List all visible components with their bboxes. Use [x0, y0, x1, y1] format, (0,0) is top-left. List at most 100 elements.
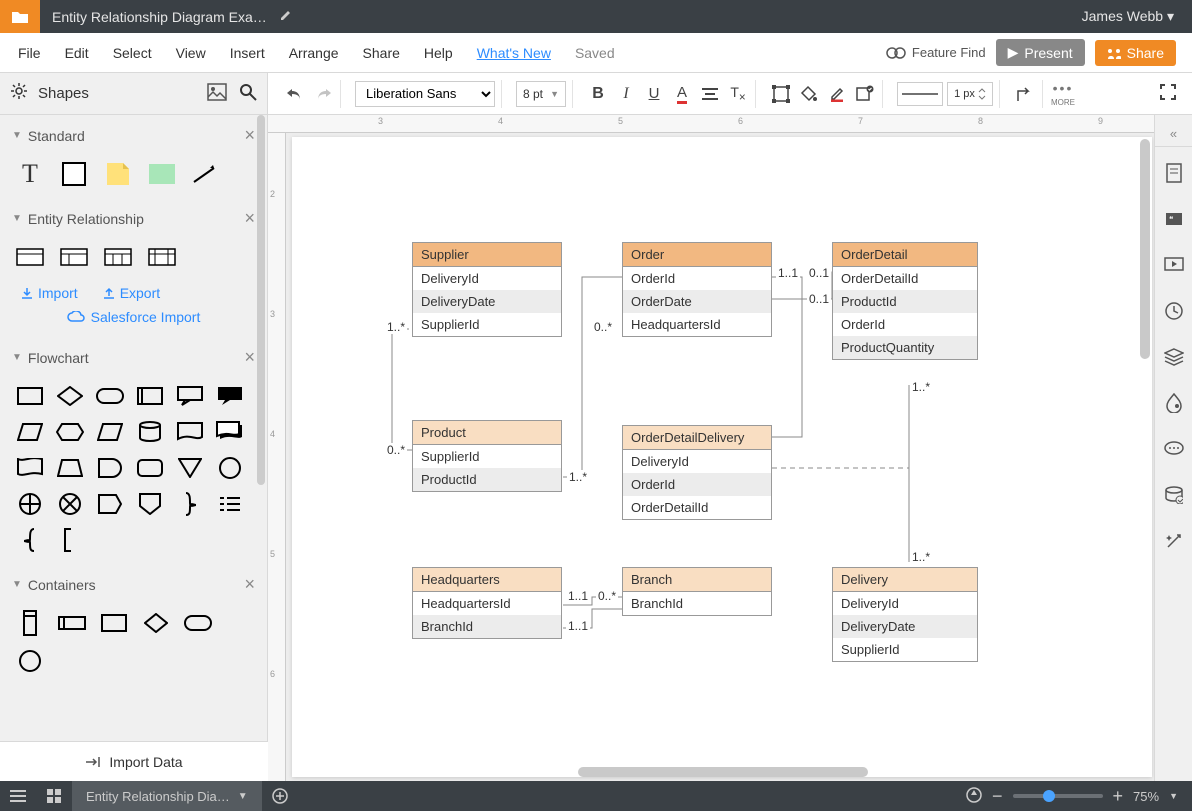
fc-hex[interactable]: [56, 420, 84, 444]
shape-text[interactable]: T: [16, 162, 44, 186]
shape-er-4[interactable]: [148, 245, 176, 269]
zoom-level[interactable]: 75%: [1133, 789, 1159, 804]
canvas-vscroll[interactable]: [1140, 139, 1150, 359]
fullscreen-icon[interactable]: [1160, 84, 1176, 103]
more-tools[interactable]: ••• MORE: [1051, 80, 1075, 107]
ct-pill[interactable]: [184, 611, 212, 635]
rpanel-paint-icon[interactable]: [1159, 383, 1189, 423]
entity-order[interactable]: Order OrderId OrderDate HeadquartersId: [622, 242, 772, 337]
entity-headquarters[interactable]: Headquarters HeadquartersId BranchId: [412, 567, 562, 639]
fc-terminator[interactable]: [96, 384, 124, 408]
section-flowchart[interactable]: ▼ Flowchart ×: [0, 337, 267, 378]
redo-icon[interactable]: [312, 83, 334, 105]
zoom-out-icon[interactable]: −: [992, 786, 1003, 807]
shape-er-2[interactable]: [60, 245, 88, 269]
fc-multidoc[interactable]: [216, 420, 244, 444]
fc-tri[interactable]: [176, 456, 204, 480]
rpanel-present-icon[interactable]: [1159, 245, 1189, 285]
close-icon[interactable]: ×: [244, 347, 255, 368]
canvas-hscroll[interactable]: [578, 767, 868, 777]
entity-product[interactable]: Product SupplierId ProductId: [412, 420, 562, 492]
fc-or[interactable]: [56, 492, 84, 516]
text-color-icon[interactable]: A: [671, 83, 693, 105]
shape-options-icon[interactable]: [854, 83, 876, 105]
menu-help[interactable]: Help: [412, 45, 465, 61]
fc-roundrect[interactable]: [136, 456, 164, 480]
fc-rect[interactable]: [16, 384, 44, 408]
fc-callout[interactable]: [176, 384, 204, 408]
pencil-icon[interactable]: [279, 8, 293, 25]
fc-shield[interactable]: [136, 492, 164, 516]
fc-pentagon[interactable]: [96, 492, 124, 516]
shape-block[interactable]: [148, 162, 176, 186]
entity-delivery[interactable]: Delivery DeliveryId DeliveryDate Supplie…: [832, 567, 978, 662]
shape-line[interactable]: [192, 162, 220, 186]
entity-orderdetail[interactable]: OrderDetail OrderDetailId ProductId Orde…: [832, 242, 978, 360]
undo-icon[interactable]: [284, 83, 306, 105]
feature-find[interactable]: Feature Find: [886, 45, 986, 60]
fc-bracket[interactable]: [56, 528, 84, 552]
clear-format-icon[interactable]: T×: [727, 83, 749, 105]
font-size-select[interactable]: 8 pt ▼: [516, 81, 566, 107]
whats-new-link[interactable]: What's New: [465, 45, 563, 61]
shape-rect[interactable]: [60, 162, 88, 186]
rpanel-comment-icon[interactable]: ❝: [1159, 199, 1189, 239]
menu-select[interactable]: Select: [101, 45, 164, 61]
folder-icon[interactable]: [0, 0, 40, 33]
menu-share[interactable]: Share: [351, 45, 412, 61]
ct-lane-v[interactable]: [16, 611, 44, 635]
close-icon[interactable]: ×: [244, 208, 255, 229]
shape-er-1[interactable]: [16, 245, 44, 269]
fc-list[interactable]: [216, 492, 244, 516]
present-button[interactable]: ▶ Present: [996, 39, 1085, 66]
shape-style-icon[interactable]: [770, 83, 792, 105]
fc-diamond[interactable]: [56, 384, 84, 408]
fc-trap2[interactable]: [56, 456, 84, 480]
fc-para[interactable]: [96, 420, 124, 444]
font-select[interactable]: Liberation Sans: [355, 81, 495, 107]
entity-orderdetaildelivery[interactable]: OrderDetailDelivery DeliveryId OrderId O…: [622, 425, 772, 520]
fc-brace-r[interactable]: [176, 492, 204, 516]
menu-arrange[interactable]: Arrange: [277, 45, 351, 61]
rpanel-magic-icon[interactable]: [1159, 521, 1189, 561]
collapse-panel-icon[interactable]: «: [1155, 121, 1192, 147]
rpanel-layers-icon[interactable]: [1159, 337, 1189, 377]
fc-sumjunc[interactable]: [16, 492, 44, 516]
tab-grid-icon[interactable]: [36, 781, 72, 811]
line-width-input[interactable]: 1 px: [947, 82, 993, 106]
border-color-icon[interactable]: [826, 83, 848, 105]
fc-predef[interactable]: [136, 384, 164, 408]
close-icon[interactable]: ×: [244, 125, 255, 146]
search-icon[interactable]: [239, 83, 257, 104]
canvas[interactable]: 3456789 234567: [268, 115, 1154, 781]
ct-circle[interactable]: [16, 649, 44, 673]
bold-icon[interactable]: B: [587, 83, 609, 105]
align-icon[interactable]: [699, 83, 721, 105]
fc-brace-l[interactable]: [16, 528, 44, 552]
diagram-page[interactable]: Supplier DeliveryId DeliveryDate Supplie…: [292, 137, 1152, 777]
fc-circle[interactable]: [216, 456, 244, 480]
fill-icon[interactable]: [798, 83, 820, 105]
gear-icon[interactable]: [10, 82, 28, 105]
fc-flag[interactable]: [16, 456, 44, 480]
page-tab[interactable]: Entity Relationship Dia… ▼: [72, 781, 262, 811]
close-icon[interactable]: ×: [244, 574, 255, 595]
add-page-icon[interactable]: [262, 788, 298, 804]
rpanel-chat-icon[interactable]: [1159, 429, 1189, 469]
salesforce-import[interactable]: Salesforce Import: [0, 305, 267, 337]
doc-title[interactable]: Entity Relationship Diagram Exa…: [52, 9, 267, 25]
sidebar-scrollbar[interactable]: [257, 115, 265, 485]
shape-note[interactable]: [104, 162, 132, 186]
er-import[interactable]: Import: [20, 285, 78, 301]
section-standard[interactable]: ▼ Standard ×: [0, 115, 267, 156]
entity-branch[interactable]: Branch BranchId: [622, 567, 772, 616]
fc-doc[interactable]: [176, 420, 204, 444]
er-export[interactable]: Export: [102, 285, 160, 301]
share-button[interactable]: Share: [1095, 40, 1176, 66]
rpanel-data-icon[interactable]: [1159, 475, 1189, 515]
fc-halfround[interactable]: [96, 456, 124, 480]
user-menu[interactable]: James Webb ▾: [1082, 8, 1174, 25]
ct-lane-h[interactable]: [58, 611, 86, 635]
ct-diamond[interactable]: [142, 611, 170, 635]
zoom-in-icon[interactable]: +: [1113, 786, 1124, 807]
